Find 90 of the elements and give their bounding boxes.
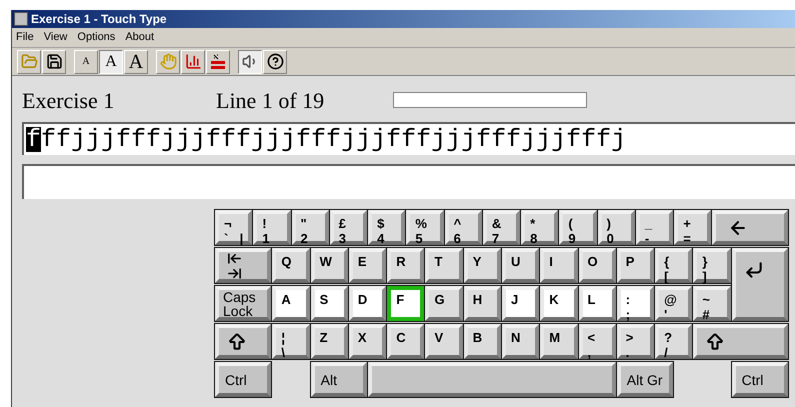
bar-chart-icon (184, 53, 202, 70)
key[interactable]: Y (464, 248, 501, 283)
folder-button[interactable] (17, 50, 41, 74)
key[interactable]: T (425, 248, 463, 283)
key[interactable]: D (348, 286, 386, 321)
current-character: f (26, 127, 42, 152)
key[interactable]: @ ' (655, 286, 692, 321)
key[interactable]: C (387, 324, 424, 359)
key[interactable]: _ - (636, 210, 674, 245)
ctrl-key[interactable]: Ctrl (215, 362, 272, 397)
key[interactable]: Z (310, 324, 348, 359)
help-icon (266, 53, 284, 70)
key[interactable]: E (348, 248, 386, 283)
key[interactable]: < , (578, 324, 616, 359)
key[interactable]: ^ 6 (444, 210, 482, 245)
key[interactable]: R (387, 248, 424, 283)
font-size-button[interactable]: A (124, 50, 148, 74)
key[interactable]: £ 3 (330, 210, 368, 245)
font-size-button[interactable]: A (74, 50, 98, 74)
key[interactable]: ~ # (693, 286, 731, 321)
remaining-text: ffjjjfffjjjfffjjjfffjjjfffjjjfffjjjfffj (41, 127, 626, 152)
key[interactable]: " 2 (292, 210, 329, 245)
key[interactable]: : ; (616, 286, 654, 321)
backspace-key[interactable] (712, 210, 788, 245)
ctrl-key[interactable]: Ctrl (732, 362, 788, 397)
menu-item[interactable]: Options (77, 29, 116, 46)
key[interactable]: ¦ \ (272, 324, 310, 359)
key[interactable]: ( 9 (559, 210, 597, 245)
line-counter: Line 1 of 19 (216, 86, 326, 114)
exercise-title: Exercise 1 (22, 86, 116, 114)
key[interactable]: % 5 (406, 210, 444, 245)
key[interactable]: F (387, 286, 424, 321)
window-title: Exercise 1 - Touch Type (31, 11, 167, 28)
help-button[interactable] (263, 50, 287, 74)
key[interactable]: P (616, 248, 654, 283)
bar-chart-button[interactable] (181, 50, 205, 74)
key[interactable]: > . (616, 324, 654, 359)
key[interactable]: } ] (693, 248, 731, 283)
percent-bars-icon (210, 54, 226, 70)
key[interactable]: O (578, 248, 616, 283)
speaker-button[interactable] (238, 50, 262, 74)
folder-icon (20, 53, 38, 70)
shift-key[interactable] (215, 324, 272, 359)
hand-button[interactable] (156, 50, 180, 74)
shift-key[interactable] (693, 324, 788, 359)
key[interactable]: ) 0 (598, 210, 635, 245)
save-icon (46, 53, 62, 70)
enter-arrow-icon (744, 260, 764, 280)
space-key[interactable] (368, 362, 616, 397)
alt-key[interactable]: Alt (310, 362, 368, 397)
percent-button[interactable] (206, 50, 230, 74)
key[interactable]: U (502, 248, 540, 283)
key[interactable]: N (502, 324, 540, 359)
key[interactable]: * 8 (521, 210, 558, 245)
key[interactable]: A (272, 286, 310, 321)
key[interactable]: B (464, 324, 501, 359)
key[interactable]: W (310, 248, 348, 283)
key[interactable]: H (464, 286, 501, 321)
key[interactable]: G (425, 286, 463, 321)
shift-arrow-icon (705, 332, 726, 352)
key[interactable]: J (502, 286, 540, 321)
key[interactable]: $ 4 (368, 210, 406, 245)
typing-field[interactable] (22, 164, 795, 199)
key[interactable]: & 7 (482, 210, 520, 245)
font-size-button[interactable]: A (99, 50, 123, 74)
tab-arrows-icon (227, 250, 242, 280)
key[interactable]: { [ (655, 248, 692, 283)
key[interactable]: V (425, 324, 463, 359)
key[interactable]: ! 1 (253, 210, 291, 245)
key[interactable]: ¬ ` | (215, 210, 252, 245)
key[interactable]: Q (272, 248, 310, 283)
key[interactable]: K (540, 286, 578, 321)
key[interactable]: M (540, 324, 578, 359)
tab-key[interactable] (215, 248, 272, 283)
app-icon (14, 12, 28, 26)
shift-arrow-icon (227, 332, 247, 352)
menu-item[interactable]: File (16, 29, 34, 46)
key[interactable]: ? / (655, 324, 692, 359)
save-button[interactable] (42, 50, 66, 74)
key[interactable]: + = (674, 210, 712, 245)
key[interactable]: S (310, 286, 348, 321)
menu-item[interactable]: About (125, 29, 154, 46)
key[interactable]: I (540, 248, 578, 283)
key[interactable]: L (578, 286, 616, 321)
key[interactable]: X (348, 324, 386, 359)
alt-gr-key[interactable]: Alt Gr (616, 362, 674, 397)
enter-key[interactable] (732, 248, 788, 321)
hand-icon (160, 53, 176, 70)
caps-lock-key[interactable]: Caps Lock (215, 286, 272, 321)
menu-item[interactable]: View (44, 29, 68, 46)
